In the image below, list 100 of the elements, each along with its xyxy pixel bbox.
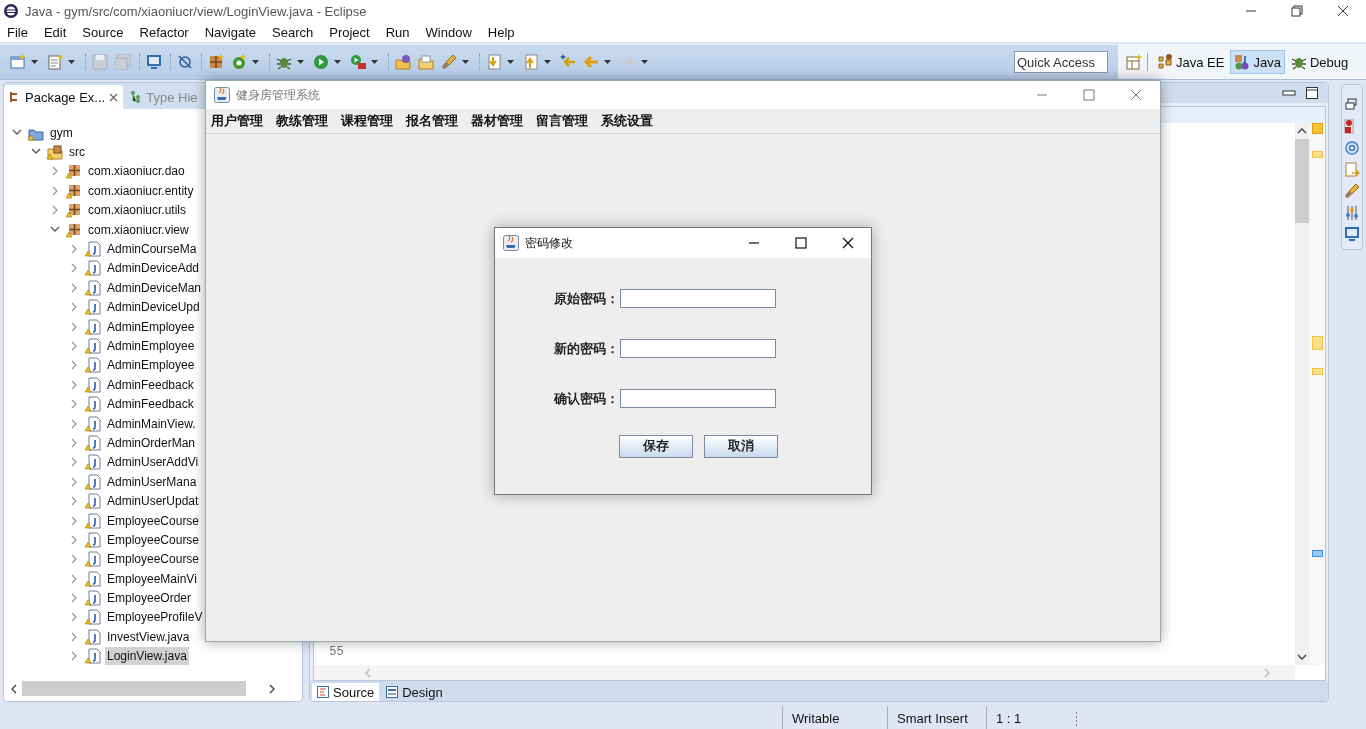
save-icon[interactable] <box>92 54 108 70</box>
caret-icon[interactable] <box>297 60 304 64</box>
caret-icon[interactable] <box>31 60 38 64</box>
scroll-down-icon[interactable] <box>1297 653 1307 661</box>
new-file-icon[interactable] <box>47 54 63 70</box>
new-window-icon[interactable] <box>10 54 26 70</box>
package-icon[interactable] <box>208 54 224 70</box>
menu-item[interactable]: Help <box>487 24 522 40</box>
menu-item[interactable]: File <box>7 24 35 40</box>
caret-icon[interactable] <box>462 60 469 64</box>
tree-item[interactable]: LoginView.java <box>105 647 189 666</box>
warning-marker[interactable] <box>1312 151 1323 158</box>
caret-icon[interactable] <box>68 60 75 64</box>
tree-item[interactable]: com.xiaoniucr.view <box>86 220 191 239</box>
warning-marker[interactable] <box>1312 336 1323 350</box>
tree-item[interactable]: EmployeeCourse <box>105 511 202 530</box>
back-arrow-icon[interactable] <box>583 54 599 70</box>
tree-item[interactable]: gym <box>48 123 75 142</box>
caret-icon[interactable] <box>641 60 648 64</box>
maximize-icon[interactable] <box>1306 87 1318 99</box>
warning-marker[interactable] <box>1312 123 1323 134</box>
editor-tab[interactable]: Source <box>312 683 380 701</box>
monitor-icon[interactable] <box>146 54 162 70</box>
menu-item[interactable]: Project <box>329 24 377 40</box>
perspective-button[interactable]: Java <box>1230 50 1285 74</box>
close-icon[interactable] <box>1337 5 1349 17</box>
restore-icon[interactable] <box>1344 97 1360 113</box>
perspective-button[interactable]: Debug <box>1286 50 1353 74</box>
menu-item[interactable]: Search <box>272 24 321 40</box>
menu-item[interactable]: 教练管理 <box>276 112 328 130</box>
tree-item[interactable]: AdminEmployee <box>105 317 197 336</box>
tree-item[interactable]: AdminDeviceAdd <box>105 259 202 278</box>
perspective-button[interactable]: Java EE <box>1153 50 1229 74</box>
scroll-left-icon[interactable] <box>10 683 18 694</box>
maximize-icon[interactable] <box>795 237 807 249</box>
brush-icon[interactable] <box>1344 183 1360 199</box>
password-field[interactable] <box>620 289 776 308</box>
menu-item[interactable]: Navigate <box>204 24 263 40</box>
save-button[interactable]: 保存 <box>619 435 693 458</box>
run-tool-icon[interactable] <box>350 54 366 70</box>
folder-globe-icon[interactable] <box>395 54 411 70</box>
tree-item[interactable]: src <box>67 143 87 162</box>
tree-item[interactable]: AdminEmployee <box>105 356 197 375</box>
open-perspective-icon[interactable] <box>1126 54 1142 70</box>
monitor-icon[interactable] <box>1344 226 1360 242</box>
caret-icon[interactable] <box>252 60 259 64</box>
annotation-up-icon[interactable] <box>523 54 539 70</box>
tree-item[interactable]: AdminCourseMa <box>105 240 199 259</box>
menu-item[interactable]: Refactor <box>139 24 196 40</box>
menu-item[interactable]: 用户管理 <box>211 112 263 130</box>
password-field[interactable] <box>620 389 776 408</box>
view-tab[interactable]: Package Ex... <box>4 85 124 109</box>
tree-item[interactable]: AdminMainView. <box>105 414 198 433</box>
tree-item[interactable]: AdminUserUpdat <box>105 492 201 511</box>
menu-item[interactable]: 器材管理 <box>471 112 523 130</box>
caret-icon[interactable] <box>604 60 611 64</box>
quick-access-field[interactable]: Quick Access <box>1014 51 1108 73</box>
scroll-up-icon[interactable] <box>1297 127 1307 135</box>
menu-item[interactable]: 系统设置 <box>601 112 653 130</box>
sliders-icon[interactable] <box>1344 204 1360 221</box>
tree-item[interactable]: AdminDeviceMan <box>105 278 204 297</box>
tree-item[interactable]: com.xiaoniucr.entity <box>86 181 196 200</box>
tree-item[interactable]: AdminFeedback <box>105 375 196 394</box>
occurrence-marker[interactable] <box>1312 550 1323 557</box>
menu-item[interactable]: Edit <box>43 24 74 40</box>
caret-icon[interactable] <box>334 60 341 64</box>
tree-item[interactable]: AdminUserMana <box>105 472 199 491</box>
caret-icon[interactable] <box>544 60 551 64</box>
minimize-icon[interactable] <box>1282 88 1296 98</box>
tree-item[interactable]: AdminUserAddVi <box>105 453 201 472</box>
tree-item[interactable]: com.xiaoniucr.dao <box>86 162 187 181</box>
tree-item[interactable]: InvestView.java <box>105 627 192 646</box>
annotation-down-icon[interactable] <box>486 54 502 70</box>
open-folder-icon[interactable] <box>418 54 434 70</box>
menu-item[interactable]: Source <box>82 24 131 40</box>
run-icon[interactable] <box>313 54 329 70</box>
menu-item[interactable]: 报名管理 <box>406 112 458 130</box>
cancel-button[interactable]: 取消 <box>704 435 778 458</box>
tree-item[interactable]: AdminOrderMan <box>105 433 198 452</box>
tree-item[interactable]: EmployeeCourse <box>105 530 202 549</box>
tree-item[interactable]: EmployeeCourse <box>105 550 202 569</box>
close-icon[interactable] <box>842 237 854 249</box>
tree-item[interactable]: AdminEmployee <box>105 337 197 355</box>
caret-icon[interactable] <box>371 60 378 64</box>
scrollbar-thumb[interactable] <box>22 681 246 696</box>
tree-item[interactable]: EmployeeProfileV <box>105 608 205 627</box>
restore-icon[interactable] <box>1291 5 1303 17</box>
brush-icon[interactable] <box>441 54 457 70</box>
tree-item[interactable]: AdminFeedback <box>105 395 196 414</box>
tree-item[interactable]: EmployeeMainVi <box>105 569 199 588</box>
caret-icon[interactable] <box>507 60 514 64</box>
refresh-icon[interactable] <box>231 54 247 70</box>
menu-item[interactable]: Run <box>385 24 417 40</box>
editor-tab[interactable]: Design <box>381 683 448 701</box>
tree-item[interactable]: AdminDeviceUpd <box>105 298 202 317</box>
tree-item[interactable]: EmployeeOrder <box>105 589 194 608</box>
scrollbar-thumb[interactable] <box>1295 139 1309 223</box>
scroll-right-icon[interactable] <box>268 683 276 694</box>
menu-item[interactable]: 课程管理 <box>341 112 393 130</box>
menu-item[interactable]: 留言管理 <box>536 112 588 130</box>
